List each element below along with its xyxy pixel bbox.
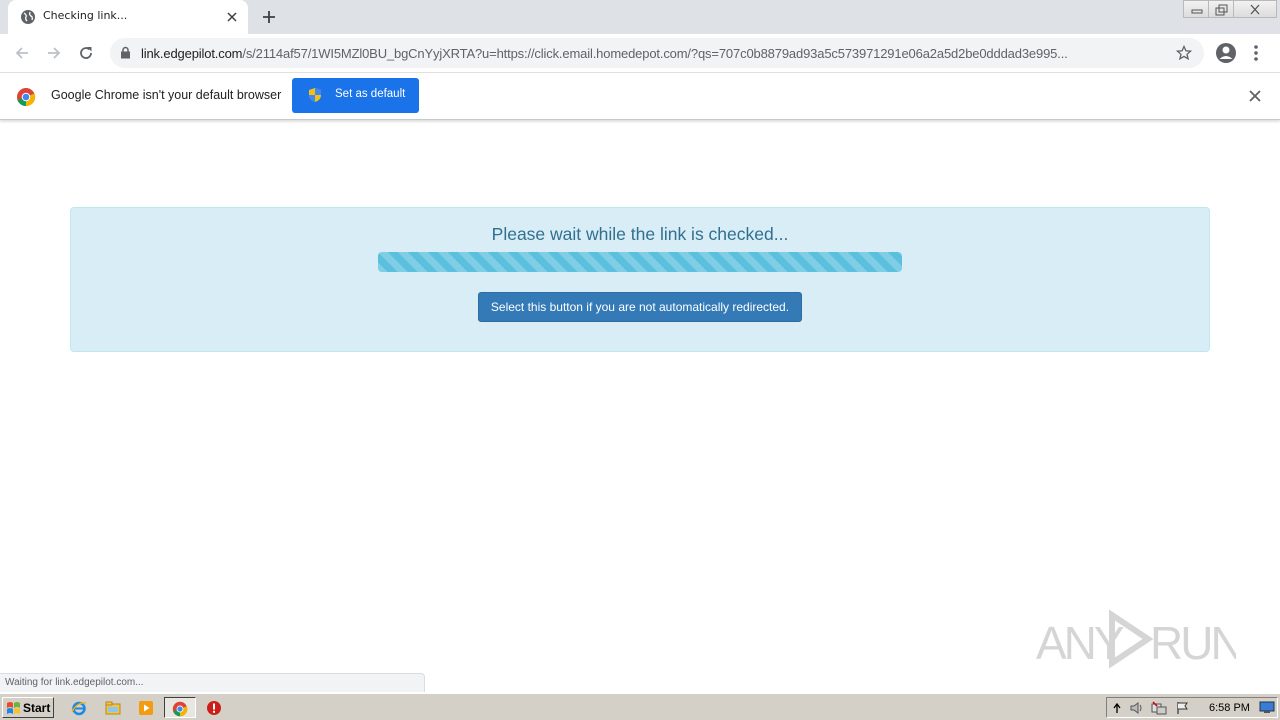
default-browser-infobar: Google Chrome isn't your default browser… [0,72,1280,120]
show-desktop-icon[interactable] [1259,701,1275,714]
profile-avatar-icon[interactable] [1215,42,1237,64]
infobar-message: Google Chrome isn't your default browser [51,88,282,102]
new-tab-icon[interactable] [260,8,278,26]
taskbar-ie-button[interactable] [68,697,90,718]
taskbar-chrome-button[interactable] [164,697,196,718]
explorer-icon [105,701,121,715]
anyrun-watermark-logo: ANY RUN [1036,609,1236,669]
taskbar-clock[interactable]: 6:58 PM [1209,702,1250,714]
minimize-button[interactable] [1183,0,1209,18]
back-icon[interactable] [12,43,32,63]
chrome-logo-icon [17,88,36,107]
globe-icon [21,10,35,24]
bookmark-star-icon[interactable] [1176,45,1192,61]
show-hidden-icons-icon[interactable] [1112,701,1122,715]
minimize-icon [1191,9,1203,14]
windows-taskbar: Start 6:58 PM [0,693,1280,720]
lock-icon[interactable] [120,46,131,59]
restore-button[interactable] [1208,0,1234,18]
progress-bar-fill [378,252,902,272]
infobar-close-icon[interactable] [1248,89,1262,103]
progress-bar [378,252,902,272]
window-close-button[interactable] [1233,0,1277,18]
media-player-icon [139,701,153,715]
page-heading: Please wait while the link is checked... [491,224,789,244]
windows-flag-icon [7,702,20,714]
security-alert-icon [207,701,221,715]
set-as-default-label: Set as default [335,88,406,100]
status-bubble: Waiting for link.edgepilot.com... [0,673,425,692]
reload-icon[interactable] [76,43,96,63]
volume-icon[interactable] [1129,701,1145,715]
link-check-panel: Please wait while the link is checked...… [70,207,1210,352]
menu-kebab-icon[interactable] [1252,43,1260,63]
taskbar-security-alert-button[interactable] [203,697,225,718]
restore-icon [1215,4,1228,16]
url-host: link.edgepilot.com [141,46,243,61]
chrome-icon [172,701,188,717]
url-path: /s/2114af57/1WI5MZl0BU_bgCnYyjXRTA?u=htt… [242,46,1068,61]
taskbar-media-player-button[interactable] [135,697,157,718]
address-bar[interactable]: link.edgepilot.com/s/2114af57/1WI5MZl0BU… [110,38,1204,68]
system-tray: 6:58 PM [1106,697,1278,718]
window-close-icon [1250,4,1260,15]
ie-icon [71,701,87,716]
tab-strip: Checking link... [0,0,1280,34]
tab-close-icon[interactable] [224,9,240,25]
svg-text:RUN: RUN [1150,617,1236,669]
browser-tab[interactable]: Checking link... [8,0,248,34]
taskbar-explorer-button[interactable] [102,697,124,718]
start-button[interactable]: Start [2,697,54,718]
url-text[interactable]: link.edgepilot.com/s/2114af57/1WI5MZl0BU… [141,46,1171,61]
set-as-default-button[interactable]: Set as default [292,78,419,113]
forward-icon[interactable] [44,43,64,63]
start-label: Start [23,701,51,715]
network-icon[interactable] [1151,701,1167,715]
action-center-flag-icon[interactable] [1175,701,1191,715]
uac-shield-icon [309,88,321,102]
manual-redirect-button[interactable]: Select this button if you are not automa… [478,292,802,322]
tab-title: Checking link... [43,9,128,22]
browser-toolbar: link.edgepilot.com/s/2114af57/1WI5MZl0BU… [0,34,1280,72]
